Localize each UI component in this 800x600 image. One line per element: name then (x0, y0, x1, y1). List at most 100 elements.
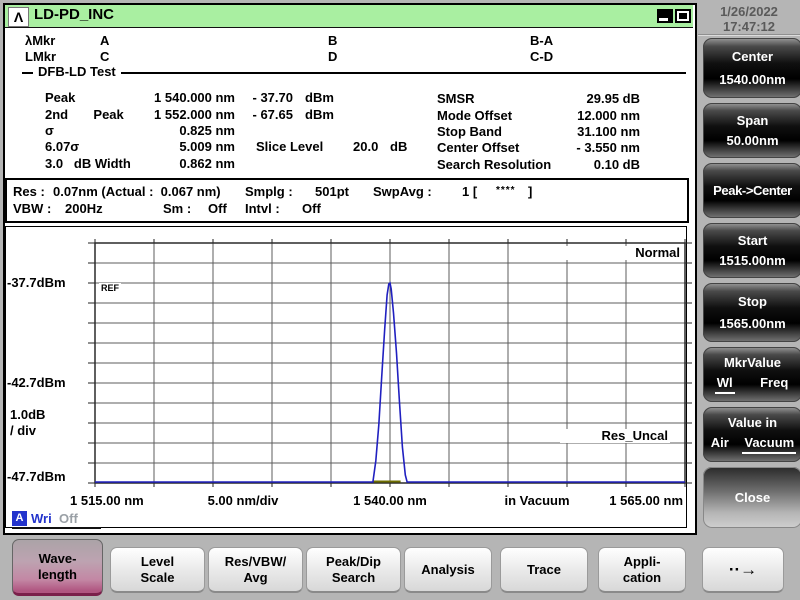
intvl-value: Off (302, 202, 321, 216)
softkey-label: Center (732, 49, 773, 64)
x-div-label: 5.00 nm/div (208, 494, 279, 508)
y-scale-label: 1.0dB (10, 408, 45, 422)
slice-level-unit: dB (390, 140, 407, 154)
softkey-span[interactable]: Span 50.00nm (703, 103, 800, 158)
softkey-value-in[interactable]: Value in Air Vacuum (703, 407, 800, 462)
section-divider (22, 72, 686, 74)
result-label: 3.0 dB Width (45, 157, 131, 171)
softkey-start[interactable]: Start 1515.00nm (703, 223, 800, 278)
x-tick-center: 1 540.00 nm (353, 494, 427, 508)
softkey-label: Peak->Center (713, 183, 792, 198)
marker-b-a-label: B-A (530, 34, 553, 48)
menu-label: length (38, 567, 77, 583)
menu-label: Appli- (624, 554, 661, 570)
result-label: 6.07σ (45, 140, 79, 154)
softkey-close[interactable]: Close (703, 467, 800, 528)
maximize-button[interactable] (675, 9, 691, 23)
result-wavelength: 5.009 nm (135, 140, 235, 154)
menu-peak-dip-search[interactable]: Peak/Dip Search (306, 547, 401, 593)
result-wavelength: 0.825 nm (135, 124, 235, 138)
lambda-marker-label: λMkr (25, 34, 55, 48)
y-axis-bottom-label: -47.7dBm (7, 470, 66, 484)
result-level-unit: dBm (305, 91, 334, 105)
softkey-value: 50.00nm (726, 133, 778, 148)
smplg-label: Smplg : (245, 185, 293, 199)
minimize-button[interactable] (657, 9, 673, 23)
result-level: - 67.65 (233, 108, 293, 122)
marker-c-label: C (100, 50, 109, 64)
menu-label: Avg (243, 570, 267, 586)
vbw-label: VBW : (13, 202, 51, 216)
sidebar-separator (698, 34, 800, 36)
softkey-label: Stop (738, 294, 767, 309)
trace-write-mode[interactable]: Wri (31, 512, 52, 526)
softkey-label: Close (735, 490, 770, 505)
result-value: 12.000 nm (528, 109, 640, 123)
marker-b-label: B (328, 34, 337, 48)
marker-a-label: A (100, 34, 109, 48)
res-label: Res : (13, 185, 45, 199)
trace-display-state[interactable]: Off (59, 512, 78, 526)
swpavg-bracket: ] (528, 185, 532, 199)
menu-level-scale[interactable]: Level Scale (110, 547, 205, 593)
swpavg-label: SwpAvg : (373, 185, 432, 199)
sm-label: Sm : (163, 202, 191, 216)
menu-label: Trace (527, 562, 561, 578)
softkey-label: Value in (728, 415, 777, 430)
menu-more-arrow[interactable]: ··→ (702, 547, 784, 593)
slice-level-value: 20.0 (353, 140, 378, 154)
menu-analysis[interactable]: Analysis (404, 547, 492, 593)
marker-d-label: D (328, 50, 337, 64)
menu-label: Res/VBW/ (225, 554, 286, 570)
softkey-center[interactable]: Center 1540.00nm (703, 38, 800, 98)
menu-application[interactable]: Appli- cation (598, 547, 686, 593)
softkey-mkr-value[interactable]: MkrValue Wl Freq (703, 347, 800, 402)
menu-res-vbw-avg[interactable]: Res/VBW/ Avg (208, 547, 303, 593)
trace-indicator-underline (12, 527, 101, 529)
option-vacuum[interactable]: Vacuum (742, 435, 796, 454)
menu-label: Wave- (39, 551, 77, 567)
result-label: Center Offset (437, 141, 519, 155)
trace-mode-label: Normal (560, 246, 682, 260)
menu-trace[interactable]: Trace (500, 547, 588, 593)
menu-label: Analysis (421, 562, 474, 578)
result-level: - 37.70 (233, 91, 293, 105)
softkey-value: 1540.00nm (719, 72, 786, 87)
res-value: 0.07nm (Actual : 0.067 nm) (53, 185, 221, 199)
result-value: 29.95 dB (528, 92, 640, 106)
menu-label: Level (141, 554, 174, 570)
y-scale-label-2: / div (10, 424, 36, 438)
x-tick-start: 1 515.00 nm (70, 494, 144, 508)
result-value: 31.100 nm (528, 125, 640, 139)
softkey-value: 1515.00nm (719, 253, 786, 268)
option-frequency[interactable]: Freq (758, 375, 790, 392)
analysis-section-title: DFB-LD Test (33, 65, 121, 79)
menu-label: Scale (141, 570, 175, 586)
vbw-value: 200Hz (65, 202, 103, 216)
softkey-stop[interactable]: Stop 1565.00nm (703, 283, 800, 342)
menu-label: Search (332, 570, 375, 586)
menu-wavelength[interactable]: Wave- length (12, 539, 103, 596)
result-wavelength: 0.862 nm (135, 157, 235, 171)
result-label: 2nd Peak (45, 108, 124, 122)
y-axis-mid-label: -42.7dBm (7, 376, 66, 390)
more-arrow-icon: ··→ (729, 562, 757, 578)
intvl-label: Intvl : (245, 202, 280, 216)
y-axis-ref-label: -37.7dBm (7, 276, 66, 290)
softkey-label: Start (738, 233, 768, 248)
softkey-peak-to-center[interactable]: Peak->Center (703, 163, 800, 218)
ref-line-label: REF (99, 283, 121, 293)
option-wavelength[interactable]: Wl (715, 375, 735, 394)
softkey-label: Span (737, 113, 769, 128)
maximize-icon (677, 11, 689, 21)
sm-value: Off (208, 202, 227, 216)
swpavg-stars: **** (496, 184, 516, 198)
menu-label: Peak/Dip (326, 554, 381, 570)
window-title: LD-PD_INC (34, 8, 114, 22)
result-wavelength: 1 540.000 nm (135, 91, 235, 105)
option-air[interactable]: Air (709, 435, 731, 452)
result-label: σ (45, 124, 54, 138)
result-wavelength: 1 552.000 nm (135, 108, 235, 122)
result-value: - 3.550 nm (528, 141, 640, 155)
trace-slot-badge[interactable]: A (12, 511, 27, 526)
